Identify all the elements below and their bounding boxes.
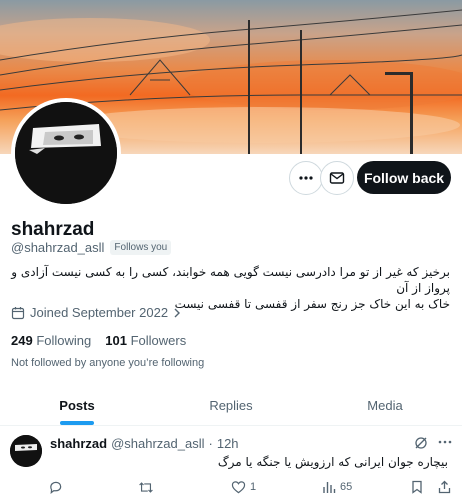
- avatar-image: [15, 102, 117, 204]
- not-followed-note: Not followed by anyone you’re following: [11, 357, 205, 369]
- like-count: 1: [250, 481, 257, 493]
- profile-tabs: Posts Replies Media: [0, 386, 462, 426]
- follow-back-button[interactable]: Follow back: [357, 161, 451, 194]
- tweet-author-name[interactable]: shahrzad: [50, 436, 107, 451]
- tab-replies[interactable]: Replies: [154, 386, 308, 425]
- repost-button[interactable]: [138, 480, 154, 495]
- reply-button[interactable]: [48, 480, 63, 495]
- tweet-text: بیچاره جوان ایرانی که ارزویش یا جنگه یا …: [217, 455, 448, 469]
- handle-row: @shahrzad_asll Follows you: [11, 240, 172, 255]
- envelope-icon: [329, 172, 345, 184]
- bio-line-1: برخیز که غیر از تو مرا دادرسی نیست گویی …: [11, 265, 450, 295]
- username-handle: @shahrzad_asll: [11, 240, 105, 255]
- grok-icon: [415, 437, 427, 449]
- tweet-avatar[interactable]: [10, 435, 42, 467]
- repost-icon: [139, 482, 153, 493]
- reply-icon: [50, 481, 62, 495]
- follow-counts: 249 Following 101 Followers: [11, 333, 186, 348]
- more-options-button[interactable]: [289, 161, 323, 195]
- followers-label: Followers: [130, 333, 187, 348]
- more-horizontal-icon: [299, 176, 313, 180]
- tweet-separator: ·: [208, 436, 213, 451]
- followers-link[interactable]: 101 Followers: [105, 333, 186, 348]
- follows-you-badge: Follows you: [110, 240, 172, 255]
- following-link[interactable]: 249 Following: [11, 333, 91, 348]
- chevron-right-icon: [174, 308, 181, 317]
- views-count: 65: [340, 481, 353, 493]
- joined-text: Joined September 2022: [30, 305, 169, 320]
- display-name: shahrzad: [11, 219, 95, 240]
- following-count: 249: [11, 333, 33, 348]
- views-button[interactable]: 65: [322, 480, 352, 494]
- views-chart-icon: [323, 482, 336, 493]
- calendar-icon: [11, 306, 25, 319]
- followers-count: 101: [105, 333, 127, 348]
- tab-media[interactable]: Media: [308, 386, 462, 425]
- tab-posts[interactable]: Posts: [0, 386, 154, 425]
- following-label: Following: [36, 333, 92, 348]
- joined-date[interactable]: Joined September 2022: [11, 305, 181, 320]
- tweet-header: shahrzad @shahrzad_asll · 12h: [50, 436, 239, 451]
- more-horizontal-icon: [438, 440, 452, 444]
- bookmark-icon: [412, 480, 422, 494]
- tweet-time[interactable]: 12h: [217, 436, 239, 451]
- like-button[interactable]: 1: [231, 480, 256, 494]
- grok-button[interactable]: [414, 436, 428, 455]
- tweet-author-handle[interactable]: @shahrzad_asll: [111, 436, 204, 451]
- share-button[interactable]: [438, 480, 451, 494]
- tweet-more-button[interactable]: [437, 434, 453, 453]
- profile-avatar[interactable]: [11, 98, 121, 208]
- message-button[interactable]: [320, 161, 354, 195]
- share-icon: [438, 480, 451, 494]
- bookmark-button[interactable]: [411, 480, 423, 494]
- heart-icon: [231, 481, 246, 494]
